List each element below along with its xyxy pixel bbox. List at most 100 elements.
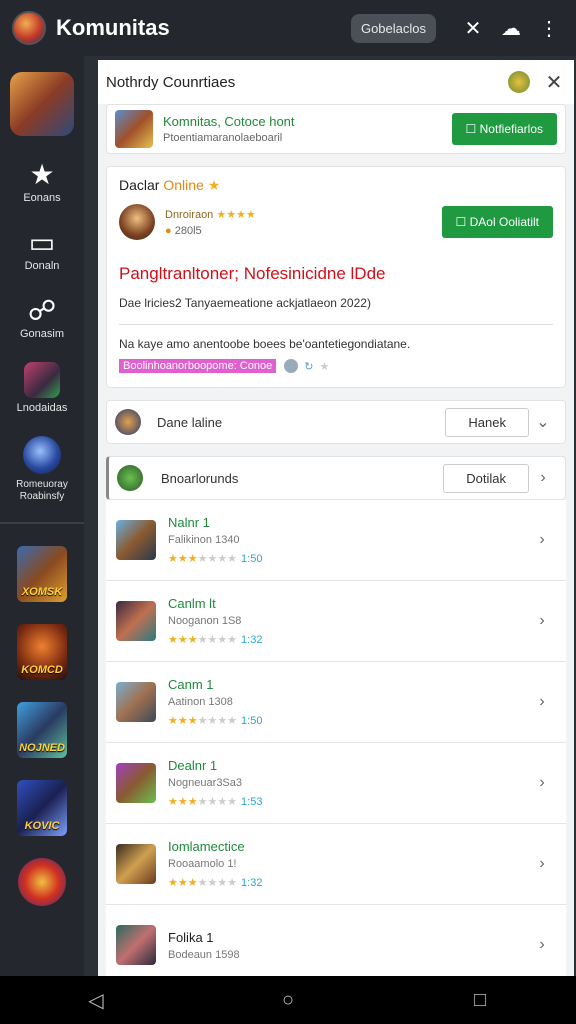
system-nav-bar: ◁ ○ □ [0, 976, 576, 1024]
boards-button[interactable]: Dotilak [443, 463, 529, 493]
sidebar-game-3[interactable]: NOJNED [17, 702, 67, 758]
chevron-down-icon[interactable]: ⌄ [529, 412, 557, 432]
list-item[interactable]: Dealnr 1 Nogneuar3Sa3 ★★★★★★★ 1:53 › [106, 743, 566, 824]
game-thumbnail [116, 601, 156, 641]
shuffle-icon[interactable]: ✕ [458, 16, 488, 41]
notifications-button[interactable]: ☐ Notfiefiarlos [451, 113, 557, 145]
boards-label: Bnoarlorunds [161, 470, 239, 486]
app-top-bar: Komunitas Gobelaclos ✕ ☁ ⋮ [0, 0, 576, 56]
app-logo-icon[interactable] [12, 11, 46, 45]
list-item[interactable]: Folika 1 Bodeaun 1598 › [106, 905, 566, 976]
join-button[interactable]: ☐ DAol Ooliatilt [441, 206, 553, 238]
game-name: Iomlamectice [168, 839, 245, 854]
star-icon: ★ [29, 159, 55, 190]
back-icon[interactable]: ◁ [76, 988, 116, 1013]
more-icon[interactable]: ⋮ [534, 16, 564, 41]
game-meta: Rooaamolo 1! [168, 858, 237, 870]
featured-tag[interactable]: Boolinhoanorboopome: Conoe [119, 359, 277, 373]
game-name: Nalnr 1 [168, 515, 210, 530]
featured-title: Pangltranltoner; Nofesinicidne lDde [119, 264, 386, 283]
user-name: Dnroiraon [165, 208, 214, 221]
game-thumbnail [116, 682, 156, 722]
cloud-icon[interactable]: ☁ [496, 16, 526, 41]
game-rating: ★★★★★★★ 1:53 [168, 796, 263, 808]
sidebar-item-label: Donaln [24, 260, 60, 272]
chevron-right-icon[interactable]: › [528, 693, 556, 711]
game-name: Folika 1 [168, 929, 214, 945]
game-rating: ★★★★★★★ 1:50 [168, 715, 263, 727]
game-rating: ★★★★★★★ 1:32 [168, 877, 263, 889]
game-meta: Bodeaun 1598 [168, 948, 240, 961]
online-button[interactable]: Hanek [445, 407, 529, 437]
boards-avatar [117, 465, 143, 491]
list-item[interactable]: Nalnr 1 Falikinon 1340 ★★★★★★★ 1:50 › [106, 500, 566, 581]
sidebar-game-1[interactable]: XOMSK [17, 546, 67, 602]
sidebar-game-2[interactable]: KOMCD [17, 624, 67, 680]
sidebar-divider [0, 522, 84, 524]
chevron-right-icon[interactable]: › [528, 936, 556, 954]
game-icon [24, 362, 60, 398]
user-rating: ★★★★ [216, 208, 256, 221]
game-meta: Nooganon 1S8 [168, 615, 242, 627]
banner-thumbnail [115, 110, 153, 148]
recents-icon[interactable]: □ [460, 989, 500, 1012]
chevron-right-icon[interactable]: › [529, 469, 557, 487]
sidebar-item-community[interactable]: Romeuoray Roabinsfy [0, 436, 84, 502]
online-row[interactable]: Dane laline Hanek ⌄ [106, 400, 566, 444]
sidebar-item-gonasim[interactable]: ☍ Gonasim [0, 294, 84, 340]
banner-title: Komnitas, Cotoce hont [163, 114, 295, 129]
sidebar-item-donaln[interactable]: ▭ Donaln [0, 226, 84, 272]
globe-icon [23, 436, 61, 474]
chat-icon: ☍ [27, 295, 57, 326]
game-thumbnail [116, 763, 156, 803]
avatar[interactable] [508, 71, 530, 93]
sidebar-hero-avatar[interactable] [10, 72, 74, 136]
star-icon[interactable]: ★ [319, 360, 329, 373]
chevron-right-icon[interactable]: › [528, 774, 556, 792]
game-list: Nalnr 1 Falikinon 1340 ★★★★★★★ 1:50 › Can… [106, 500, 566, 976]
featured-heading: Daclar Online ★ [119, 177, 221, 193]
online-label: Dane laline [157, 414, 223, 430]
game-meta: Falikinon 1340 [168, 534, 240, 546]
user-count: 280l5 [174, 224, 202, 237]
game-rating: ★★★★★★★ 1:32 [168, 634, 263, 646]
banner-subtitle: Ptoentiamaranolaeboaril [163, 132, 283, 144]
game-rating: ★★★★★★★ 1:50 [168, 553, 263, 565]
top-pill-button[interactable]: Gobelaclos [350, 13, 436, 43]
game-name: Canlm lt [168, 596, 216, 611]
sidebar-game-4[interactable]: KOVIC [17, 780, 67, 836]
featured-description-2: Na kaye amo anentoobe boees be'oantetieg… [119, 337, 411, 351]
boards-row[interactable]: Bnoarlorunds Dotilak › [106, 456, 566, 500]
home-icon[interactable]: ○ [268, 989, 308, 1012]
featured-card: Daclar Online ★ Dnroiraon ★★★★ ● 280l5 ☐… [106, 166, 566, 388]
app-title: Komunitas [56, 15, 170, 40]
sidebar-item-eonans[interactable]: ★ Eonans [0, 158, 84, 204]
sidebar-item-lnodaidas[interactable]: Lnodaidas [0, 362, 84, 414]
game-meta: Aatinon 1308 [168, 696, 233, 708]
divider [119, 324, 553, 325]
chevron-right-icon[interactable]: › [528, 612, 556, 630]
sidebar-item-label: Romeuoray Roabinsfy [16, 479, 68, 502]
game-meta: Nogneuar3Sa3 [168, 777, 243, 789]
banner-card: Komnitas, Cotoce hont Ptoentiamaranolaeb… [106, 104, 566, 154]
sidebar-item-label: Gonasim [19, 328, 65, 340]
online-avatar [115, 409, 141, 435]
sidebar-game-5[interactable] [18, 858, 66, 906]
game-thumbnail [116, 925, 156, 965]
info-icon[interactable] [284, 359, 299, 373]
close-icon[interactable]: ✕ [542, 70, 566, 95]
game-name: Dealnr 1 [168, 758, 218, 773]
game-name: Canm 1 [168, 677, 214, 692]
refresh-icon[interactable]: ↻ [304, 360, 313, 373]
community-panel: Nothrdy Counrtiaes ✕ Komnitas, Cotoce ho… [98, 60, 574, 976]
list-item[interactable]: Canm 1 Aatinon 1308 ★★★★★★★ 1:50 › [106, 662, 566, 743]
chevron-right-icon[interactable]: › [528, 531, 556, 549]
sidebar-item-label: Eonans [23, 192, 61, 204]
chevron-right-icon[interactable]: › [528, 855, 556, 873]
list-item[interactable]: Canlm lt Nooganon 1S8 ★★★★★★★ 1:32 › [106, 581, 566, 662]
user-avatar[interactable] [119, 204, 155, 240]
book-icon: ▭ [28, 227, 56, 258]
list-item[interactable]: Iomlamectice Rooaamolo 1! ★★★★★★★ 1:32 › [106, 824, 566, 905]
featured-description: Dae lricies2 Tanyaemeatione ackjatlaeon … [119, 296, 371, 310]
sidebar: ★ Eonans ▭ Donaln ☍ Gonasim Lnodaidas Ro… [0, 56, 84, 976]
